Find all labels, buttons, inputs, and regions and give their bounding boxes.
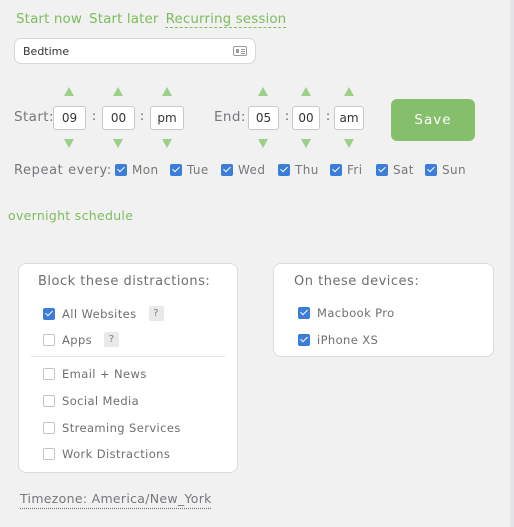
day-label: Fri xyxy=(347,163,363,177)
contact-card-icon[interactable] xyxy=(233,46,247,56)
devices-panel: On these devices: Macbook Pro iPhone XS xyxy=(273,263,494,357)
day-sun[interactable]: Sun xyxy=(425,163,466,177)
day-sat-checkbox[interactable] xyxy=(376,164,388,176)
session-name-field[interactable] xyxy=(14,38,256,64)
time-separator: : xyxy=(92,109,97,123)
day-label: Wed xyxy=(238,163,266,177)
start-period-up-arrow-icon[interactable] xyxy=(162,87,172,96)
day-label: Sun xyxy=(442,163,467,177)
day-fri-checkbox[interactable] xyxy=(330,164,342,176)
devices-panel-title: On these devices: xyxy=(294,274,420,289)
email-news-checkbox[interactable] xyxy=(43,368,55,380)
day-label: Thu xyxy=(295,163,319,177)
day-thu-checkbox[interactable] xyxy=(278,164,290,176)
end-hour-down-arrow-icon[interactable] xyxy=(258,139,268,148)
save-button[interactable]: Save xyxy=(391,99,475,141)
option-label: Apps xyxy=(62,332,93,347)
option-label: Work Distractions xyxy=(62,447,171,461)
day-sun-checkbox[interactable] xyxy=(425,164,437,176)
start-label: Start: xyxy=(14,109,54,125)
end-period-down-arrow-icon[interactable] xyxy=(344,139,354,148)
tab-start-now[interactable]: Start now xyxy=(16,11,82,27)
option-label: Macbook Pro xyxy=(317,306,395,320)
iphone-xs-checkbox[interactable] xyxy=(298,334,310,346)
start-period-down-arrow-icon[interactable] xyxy=(162,139,172,148)
end-hour-input[interactable] xyxy=(248,106,279,130)
block-option-social-media[interactable]: Social Media xyxy=(43,394,139,408)
start-minute-down-arrow-icon[interactable] xyxy=(113,139,123,148)
day-sat[interactable]: Sat xyxy=(376,163,414,177)
block-distractions-panel: Block these distractions: All Websites ?… xyxy=(18,263,238,473)
session-tabs: Start now Start later Recurring session xyxy=(16,11,286,27)
end-label: End: xyxy=(214,109,246,125)
day-mon-checkbox[interactable] xyxy=(115,164,127,176)
session-name-input[interactable] xyxy=(23,44,233,58)
work-distractions-checkbox[interactable] xyxy=(43,448,55,460)
time-separator: : xyxy=(326,109,331,123)
block-option-streaming-services[interactable]: Streaming Services xyxy=(43,421,181,435)
start-period-input[interactable] xyxy=(150,106,184,130)
help-icon[interactable]: ? xyxy=(104,332,120,347)
streaming-services-checkbox[interactable] xyxy=(43,422,55,434)
day-mon[interactable]: Mon xyxy=(115,163,159,177)
overnight-schedule-link[interactable]: overnight schedule xyxy=(8,208,133,223)
day-wed[interactable]: Wed xyxy=(221,163,265,177)
device-option-macbook-pro[interactable]: Macbook Pro xyxy=(298,306,395,320)
day-fri[interactable]: Fri xyxy=(330,163,363,177)
tab-recurring-session[interactable]: Recurring session xyxy=(166,11,287,27)
end-period-up-arrow-icon[interactable] xyxy=(344,87,354,96)
end-minute-input[interactable] xyxy=(292,106,320,130)
divider xyxy=(31,356,225,357)
tab-start-later[interactable]: Start later xyxy=(89,11,159,27)
block-option-apps[interactable]: Apps ? xyxy=(43,332,120,347)
macbook-pro-checkbox[interactable] xyxy=(298,307,310,319)
start-minute-input[interactable] xyxy=(102,106,135,130)
option-label: Social Media xyxy=(62,394,140,408)
option-label: Streaming Services xyxy=(62,421,181,435)
block-option-work-distractions[interactable]: Work Distractions xyxy=(43,447,170,461)
end-hour-up-arrow-icon[interactable] xyxy=(258,87,268,96)
social-media-checkbox[interactable] xyxy=(43,395,55,407)
help-icon[interactable]: ? xyxy=(148,306,164,321)
end-period-input[interactable] xyxy=(334,106,364,130)
block-option-email-news[interactable]: Email + News xyxy=(43,367,147,381)
timezone-link[interactable]: Timezone: America/New_York xyxy=(20,491,212,506)
repeat-label: Repeat every: xyxy=(14,163,112,178)
start-minute-up-arrow-icon[interactable] xyxy=(113,87,123,96)
day-label: Sat xyxy=(393,163,414,177)
end-minute-down-arrow-icon[interactable] xyxy=(301,139,311,148)
day-label: Tue xyxy=(187,163,209,177)
option-label: iPhone XS xyxy=(317,333,379,347)
option-label: Email + News xyxy=(62,367,147,381)
block-panel-title: Block these distractions: xyxy=(38,274,211,289)
window-edge xyxy=(510,0,514,527)
day-wed-checkbox[interactable] xyxy=(221,164,233,176)
start-hour-up-arrow-icon[interactable] xyxy=(64,87,74,96)
device-option-iphone-xs[interactable]: iPhone XS xyxy=(298,333,378,347)
block-option-all-websites[interactable]: All Websites ? xyxy=(43,306,164,321)
option-label: All Websites xyxy=(62,306,137,321)
time-separator: : xyxy=(140,109,145,123)
start-hour-input[interactable] xyxy=(53,106,86,130)
all-websites-checkbox[interactable] xyxy=(43,307,55,320)
end-minute-up-arrow-icon[interactable] xyxy=(301,87,311,96)
apps-checkbox[interactable] xyxy=(43,333,55,346)
day-thu[interactable]: Thu xyxy=(278,163,319,177)
day-label: Mon xyxy=(132,163,159,177)
time-separator: : xyxy=(285,109,290,123)
day-tue[interactable]: Tue xyxy=(170,163,209,177)
start-hour-down-arrow-icon[interactable] xyxy=(64,139,74,148)
day-tue-checkbox[interactable] xyxy=(170,164,182,176)
